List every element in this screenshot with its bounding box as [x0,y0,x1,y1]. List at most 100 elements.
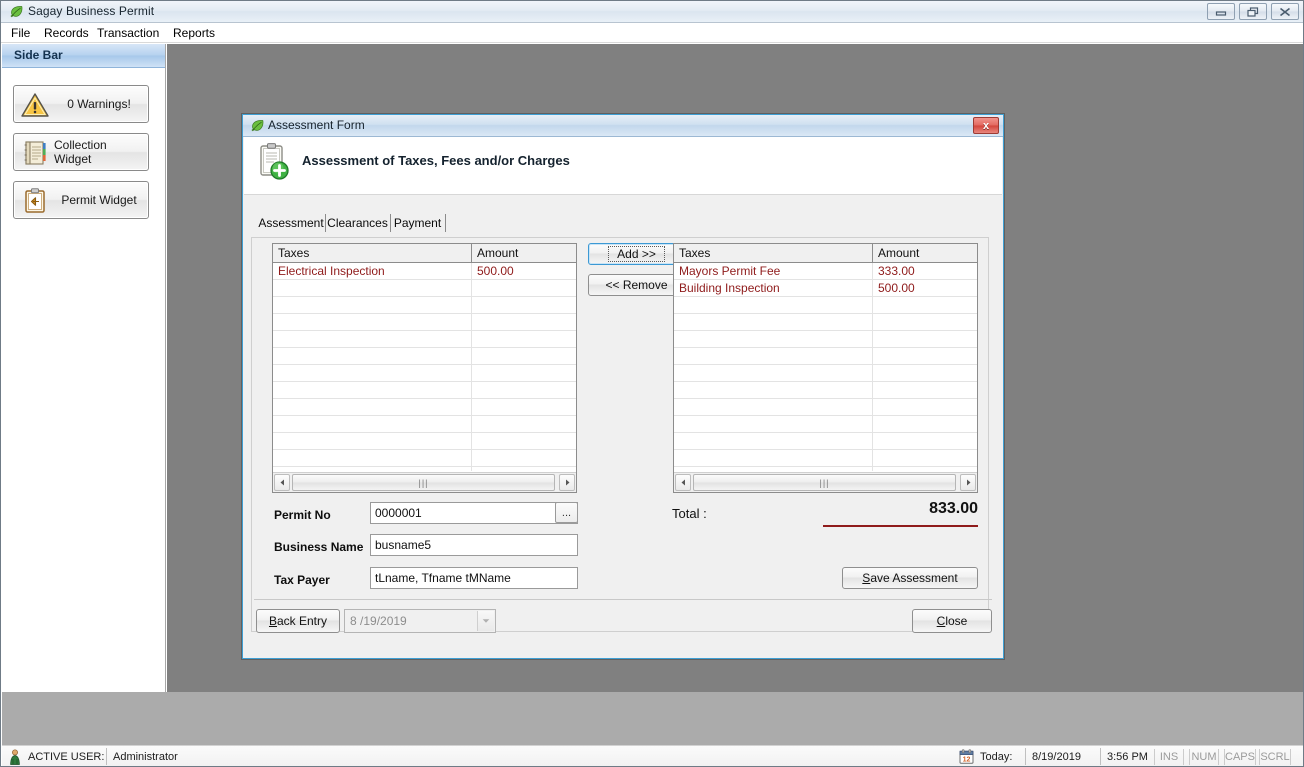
table-row[interactable] [674,467,977,471]
total-value: 833.00 [792,500,978,518]
leaf-icon [8,5,23,20]
remove-button-label: << Remove [605,278,667,292]
dialog-close-button[interactable]: x [973,117,999,134]
close-button[interactable] [1271,3,1299,20]
clipboard-arrow-icon [20,186,50,216]
scroll-grip-icon: ||| [418,478,428,488]
table-row[interactable] [674,314,977,331]
scroll-left-arrow[interactable] [274,474,290,491]
table-row[interactable] [273,331,576,348]
cell-amount: 500.00 [472,263,576,279]
column-header-amount[interactable]: Amount [472,244,576,262]
table-row[interactable] [273,365,576,382]
column-header-taxes[interactable]: Taxes [674,244,872,262]
selected-taxes-grid[interactable]: Taxes Amount Mayors Permit Fee333.00Buil… [673,243,978,493]
cell-amount [472,467,576,471]
table-row[interactable]: Building Inspection500.00 [674,280,977,297]
cell-tax [674,416,872,432]
dialog-banner: Assessment of Taxes, Fees and/or Charges [244,137,1002,194]
table-row[interactable] [674,297,977,314]
cell-amount [472,331,576,347]
table-row[interactable] [273,433,576,450]
table-row[interactable] [273,467,576,471]
active-user-label: ACTIVE USER: [28,748,104,765]
remove-button[interactable]: << Remove [588,274,685,296]
permit-no-browse-button[interactable]: ... [555,502,578,523]
table-row[interactable] [674,450,977,467]
cell-tax: Building Inspection [674,280,872,296]
status-key-caps: CAPS [1224,749,1256,765]
table-row[interactable] [273,382,576,399]
cell-amount [472,382,576,398]
window-title: Sagay Business Permit [28,4,154,18]
footer-divider [254,599,992,600]
menu-reports[interactable]: Reports [171,26,217,41]
table-row[interactable] [273,450,576,467]
minimize-button[interactable] [1207,3,1235,20]
menu-records[interactable]: Records [42,26,91,41]
sidebar-item-label: Collection Widget [54,134,144,170]
assessment-panel: Taxes Amount Electrical Inspection500.00… [251,237,989,632]
table-row[interactable] [674,433,977,450]
table-row[interactable] [273,314,576,331]
table-row[interactable] [674,365,977,382]
table-row[interactable] [674,416,977,433]
assessment-form-dialog: Assessment Form x Assessment of Taxes, F… [242,114,1004,659]
date-picker[interactable]: 8 /19/2019 [344,609,496,633]
table-row[interactable] [273,297,576,314]
menu-transaction[interactable]: Transaction [95,26,161,41]
table-row[interactable] [273,399,576,416]
cell-tax [273,382,471,398]
dialog-body: Assessment Clearances Payment Taxes Amou… [244,194,1002,657]
tab-clearances[interactable]: Clearances [326,213,389,233]
horizontal-scrollbar[interactable]: ||| [273,472,576,492]
cell-amount [873,331,977,347]
warning-triangle-icon [20,90,50,120]
notebook-icon [20,138,50,168]
table-row[interactable] [674,399,977,416]
close-dialog-button[interactable]: Close [912,609,992,633]
tab-assessment[interactable]: Assessment [258,213,324,233]
permit-no-input[interactable]: 0000001 [370,502,578,524]
restore-button[interactable] [1239,3,1267,20]
table-row[interactable] [273,348,576,365]
cell-amount [472,450,576,466]
column-header-taxes[interactable]: Taxes [273,244,471,262]
status-key-scrl: SCRL [1259,749,1291,765]
table-row[interactable] [273,280,576,297]
sidebar-item-permit-widget[interactable]: Permit Widget [13,181,149,219]
scroll-right-arrow[interactable] [559,474,575,491]
table-row[interactable]: Electrical Inspection500.00 [273,263,576,280]
cell-tax [273,467,471,471]
menu-file[interactable]: File [9,26,32,41]
horizontal-scrollbar[interactable]: ||| [674,472,977,492]
column-header-amount[interactable]: Amount [873,244,977,262]
chevron-down-icon[interactable] [477,611,494,631]
back-entry-button[interactable]: Back Entry [256,609,340,633]
available-taxes-grid[interactable]: Taxes Amount Electrical Inspection500.00… [272,243,577,493]
scroll-thumb[interactable]: ||| [693,474,956,491]
scroll-thumb[interactable]: ||| [292,474,555,491]
total-label: Total : [672,506,707,521]
close-button-rest: lose [945,614,967,628]
business-name-input[interactable]: busname5 [370,534,578,556]
permit-no-label: Permit No [274,508,331,522]
table-row[interactable] [674,348,977,365]
scroll-left-arrow[interactable] [675,474,691,491]
sidebar-item-warnings[interactable]: 0 Warnings! [13,85,149,123]
add-button[interactable]: Add >> [588,243,685,265]
save-assessment-label: Save Assessment [862,571,957,585]
tax-payer-input[interactable]: tLname, Tfname tMName [370,567,578,589]
save-assessment-button[interactable]: Save Assessment [842,567,978,589]
sidebar-item-collection-widget[interactable]: Collection Widget [13,133,149,171]
accel-letter: B [269,614,277,628]
table-row[interactable] [674,331,977,348]
table-row[interactable] [674,382,977,399]
scroll-right-arrow[interactable] [960,474,976,491]
table-row[interactable]: Mayors Permit Fee333.00 [674,263,977,280]
cell-tax [674,314,872,330]
tab-payment[interactable]: Payment [391,213,444,233]
dialog-titlebar[interactable]: Assessment Form x [243,115,1003,137]
table-row[interactable] [273,416,576,433]
status-key-num: NUM [1189,749,1219,765]
